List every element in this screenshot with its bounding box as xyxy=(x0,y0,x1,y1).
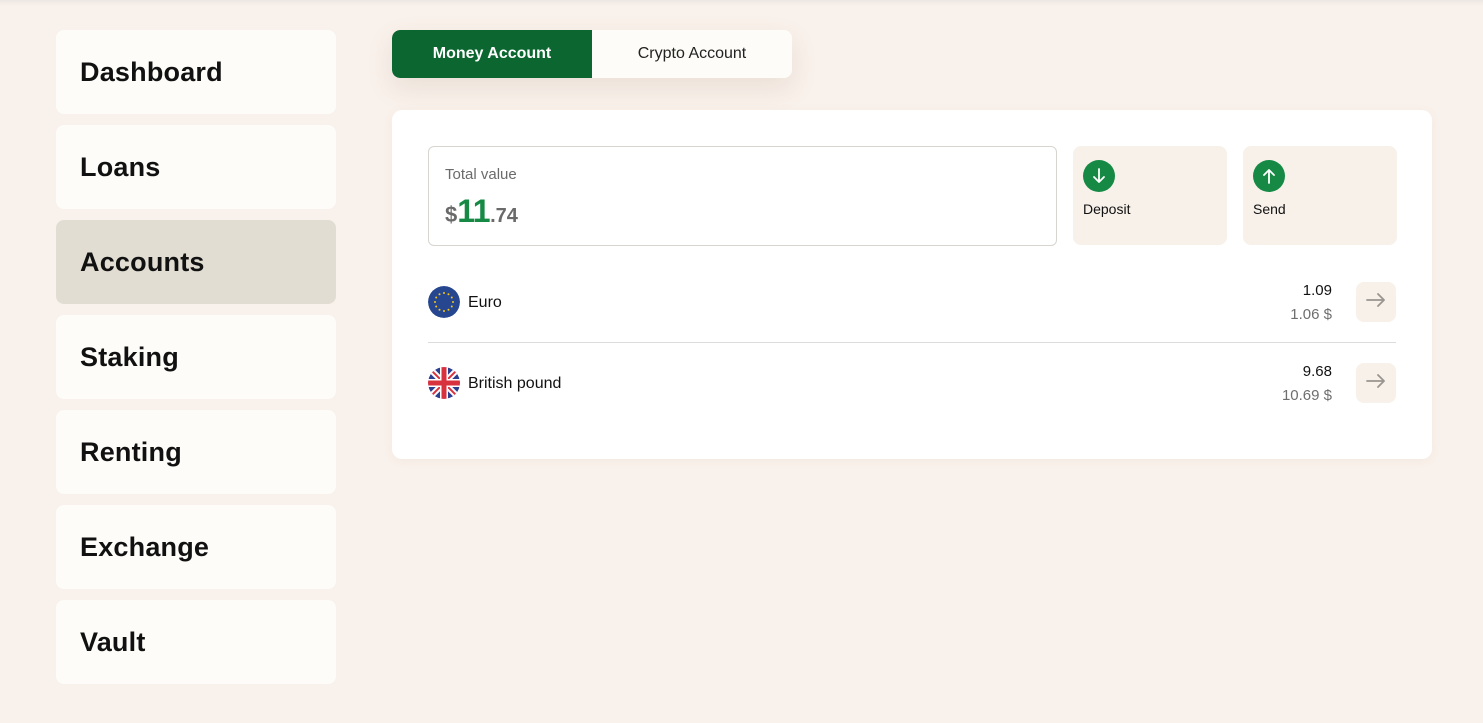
accounts-card: Total value $ 11 .74 Deposit Send Euro 1… xyxy=(392,110,1432,459)
currency-amount: 9.68 xyxy=(1302,363,1332,380)
arrow-right-icon xyxy=(1366,292,1386,312)
deposit-label: Deposit xyxy=(1083,201,1131,217)
sidebar: Dashboard Loans Accounts Staking Renting… xyxy=(56,30,336,695)
arrow-right-icon xyxy=(1366,373,1386,393)
sidebar-item-label: Dashboard xyxy=(80,56,223,87)
total-value-decimal: .74 xyxy=(490,205,518,227)
currency-usd-value: 1.06 $ xyxy=(1290,306,1332,323)
account-type-toggle: Money Account Crypto Account xyxy=(392,30,792,78)
currency-row-british-pound: British pound 9.68 10.69 $ xyxy=(428,351,1396,415)
crypto-account-tab[interactable]: Crypto Account xyxy=(592,30,792,78)
sidebar-item-label: Accounts xyxy=(80,246,205,277)
money-account-tab[interactable]: Money Account xyxy=(392,30,592,78)
sidebar-item-label: Staking xyxy=(80,341,179,372)
send-button[interactable]: Send xyxy=(1243,146,1397,245)
currency-name: British pound xyxy=(468,375,562,392)
sidebar-item-staking[interactable]: Staking xyxy=(56,315,336,399)
deposit-button[interactable]: Deposit xyxy=(1073,146,1227,245)
top-shadow xyxy=(0,0,1483,6)
british-pound-details-button[interactable] xyxy=(1356,363,1396,403)
currency-amount: 1.09 xyxy=(1302,282,1332,299)
euro-details-button[interactable] xyxy=(1356,282,1396,322)
send-label: Send xyxy=(1253,201,1286,217)
row-divider xyxy=(428,342,1396,343)
eu-flag-icon xyxy=(428,286,460,318)
currency-row-euro: Euro 1.09 1.06 $ xyxy=(428,270,1396,334)
sidebar-item-label: Vault xyxy=(80,626,146,657)
sidebar-item-vault[interactable]: Vault xyxy=(56,600,336,684)
sidebar-item-exchange[interactable]: Exchange xyxy=(56,505,336,589)
currency-usd-value: 10.69 $ xyxy=(1281,387,1332,404)
sidebar-item-label: Exchange xyxy=(80,531,210,562)
currency-name: Euro xyxy=(468,294,502,311)
sidebar-item-label: Loans xyxy=(80,151,161,182)
total-value-box: Total value $ 11 .74 xyxy=(428,146,1057,246)
arrow-up-icon xyxy=(1253,160,1285,192)
total-value-label: Total value xyxy=(445,166,517,183)
sidebar-item-renting[interactable]: Renting xyxy=(56,410,336,494)
total-value-currency: $ xyxy=(445,202,458,227)
sidebar-item-accounts[interactable]: Accounts xyxy=(56,220,336,304)
total-value-integer: 11 xyxy=(457,193,491,229)
sidebar-item-loans[interactable]: Loans xyxy=(56,125,336,209)
sidebar-item-label: Renting xyxy=(80,436,182,467)
uk-flag-icon xyxy=(428,367,460,399)
sidebar-item-dashboard[interactable]: Dashboard xyxy=(56,30,336,114)
arrow-down-icon xyxy=(1083,160,1115,192)
total-value-amount: $ 11 .74 xyxy=(445,193,518,230)
